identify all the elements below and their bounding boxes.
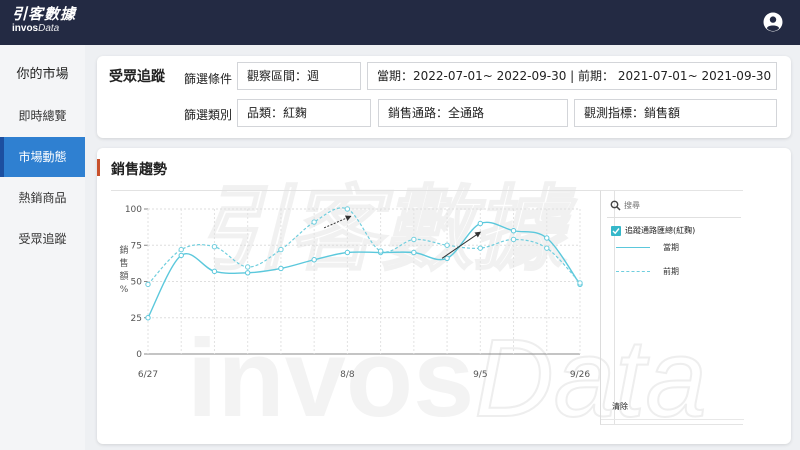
- data-point-previous: [344, 206, 351, 212]
- sidebar-item-hot-products[interactable]: 熱銷商品: [0, 178, 85, 218]
- y-tick-label: 25: [131, 314, 142, 324]
- user-circle-icon[interactable]: [763, 12, 783, 32]
- y-axis-label-char: 銷: [119, 244, 128, 256]
- data-point-previous: [510, 236, 517, 243]
- channel-select[interactable]: 銷售通路：全通路: [378, 99, 568, 127]
- filter-title: 受眾追蹤: [109, 69, 165, 85]
- y-axis-label-char: 額: [119, 270, 128, 282]
- data-point-current: [311, 257, 317, 263]
- data-point-previous: [311, 219, 317, 225]
- sales-trend-card: 銷售趨勢 引客數據 invosData 0 25 50 75 100 6/27 8/8 9/5…: [97, 148, 791, 444]
- top-bar: 引客數據 invosData: [0, 0, 800, 45]
- category-select[interactable]: 品類：紅麴: [237, 99, 371, 127]
- period-select[interactable]: 當期：2022-07-01~ 2022-09-30 | 前期： 2021-07-…: [367, 62, 777, 90]
- logo[interactable]: 引客數據 invosData: [12, 5, 76, 35]
- y-tick-label: 75: [131, 241, 142, 251]
- data-point-current: [145, 315, 151, 321]
- data-point-current: [244, 270, 251, 276]
- filter-panel: 受眾追蹤 篩選條件 篩選類別 觀察區間：週 當期：2022-07-01~ 202…: [97, 56, 791, 138]
- series-checkbox-label: 追蹤通路匯總(紅麴): [625, 226, 696, 235]
- search-underline: [607, 217, 741, 218]
- x-tick-label: 9/5: [473, 370, 487, 380]
- data-point-current: [211, 268, 218, 275]
- x-tick-label: 8/8: [340, 370, 355, 380]
- y-tick-label: 50: [131, 278, 143, 288]
- data-point-previous: [145, 281, 151, 288]
- sidebar-item-audience-tracking[interactable]: 受眾追蹤: [0, 219, 85, 259]
- data-point-previous: [411, 236, 417, 243]
- data-point-previous: [477, 245, 484, 251]
- y-tick-label: 100: [125, 205, 142, 215]
- sidebar-item-overview[interactable]: 即時總覽: [0, 96, 85, 136]
- legend-bottom-line: [601, 419, 744, 420]
- data-point-previous: [211, 244, 218, 250]
- chart-title: 銷售趨勢: [111, 162, 167, 178]
- data-point-previous: [577, 280, 583, 286]
- title-accent-bar: [97, 159, 100, 176]
- metric-select[interactable]: 觀測指標：銷售額: [574, 99, 777, 127]
- series-checkbox[interactable]: [611, 226, 621, 236]
- data-point-current: [411, 249, 417, 256]
- y-axis-label-char: 售: [119, 257, 128, 269]
- data-point-previous: [278, 246, 284, 253]
- data-point-current: [444, 255, 450, 261]
- logo-en-text: invosData: [12, 23, 76, 35]
- trend-arrow-previous: [323, 215, 352, 229]
- sidebar: 你的市場 即時總覽 市場動態 熱銷商品 受眾追蹤: [0, 45, 85, 450]
- y-tick-label: 0: [136, 350, 142, 360]
- data-point-previous: [544, 245, 550, 251]
- check-icon: [612, 228, 620, 235]
- y-axis-label-char: %: [120, 285, 129, 295]
- data-point-previous: [178, 246, 184, 253]
- data-point-current: [278, 265, 284, 272]
- logo-en-italic: Data: [38, 23, 60, 34]
- x-tick-label: 6/27: [138, 370, 158, 380]
- sidebar-title: 你的市場: [16, 67, 69, 82]
- legend-previous-swatch: [616, 271, 650, 272]
- data-point-current: [477, 220, 484, 227]
- filter-condition-label: 篩選條件: [184, 72, 233, 86]
- x-tick-label: 9/26: [570, 370, 590, 380]
- filter-type-label: 篩選類別: [184, 108, 233, 122]
- legend-search-input[interactable]: [624, 198, 736, 213]
- legend-panel: 追蹤通路匯總(紅麴) 當期 前期 清除: [600, 190, 744, 425]
- logo-en-bold: invos: [12, 23, 39, 34]
- clear-button[interactable]: 清除: [612, 401, 628, 412]
- data-point-current: [178, 252, 184, 259]
- interval-select[interactable]: 觀察區間：週: [237, 62, 361, 90]
- data-point-previous: [244, 264, 251, 270]
- data-point-previous: [444, 242, 450, 248]
- legend-current-swatch: [616, 247, 650, 248]
- search-icon: [610, 200, 621, 211]
- legend-current-label: 當期: [663, 243, 679, 252]
- data-point-current: [510, 228, 517, 234]
- sidebar-item-market-dynamics[interactable]: 市場動態: [0, 137, 85, 177]
- legend-previous-label: 前期: [663, 267, 679, 276]
- line-chart: 0 25 50 75 100 6/27 8/8 9/5 9/26 銷售額%: [119, 205, 590, 380]
- data-point-previous: [377, 248, 384, 254]
- logo-cn-text: 引客數據: [12, 5, 77, 23]
- data-point-current: [344, 249, 351, 256]
- data-point-current: [544, 235, 550, 241]
